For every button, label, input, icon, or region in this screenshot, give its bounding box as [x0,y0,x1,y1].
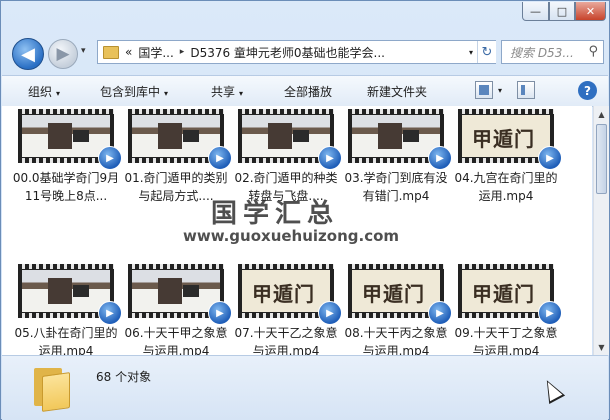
refresh-button[interactable]: ↻ [477,41,496,63]
file-name: 07.十天干乙之象意与运用.mp4 [234,326,338,355]
search-icon[interactable]: ⚲ [588,44,598,59]
file-name: 05.八卦在奇门里的运用.mp4 [14,326,118,355]
address-segment-guoxue[interactable]: 国学... [138,44,173,61]
organize-menu[interactable]: 组织 ▾ [28,83,60,100]
play-all-button[interactable]: 全部播放 [284,83,332,100]
scroll-thumb[interactable] [596,124,607,194]
media-player-icon: ▶ [538,146,562,170]
scroll-up-icon[interactable]: ▲ [594,106,609,122]
media-player-icon: ▶ [428,301,452,325]
change-view-icon[interactable] [475,81,493,99]
scroll-down-icon[interactable]: ▼ [594,339,609,355]
recent-pages-dropdown[interactable]: ▾ [81,46,86,56]
file-name: 06.十天干甲之象意与运用.mp4 [124,326,228,355]
view-options-dropdown[interactable]: ▾ [498,86,502,95]
back-button[interactable]: ◀ [12,38,44,70]
media-player-icon: ▶ [428,146,452,170]
media-player-icon: ▶ [538,301,562,325]
back-arrow-icon: ◀ [21,43,35,65]
file-name: 08.十天干丙之象意与运用.mp4 [344,326,448,355]
search-placeholder: 搜索 D53... [510,45,574,60]
item-count: 68 个对象 [96,370,152,384]
folder-icon [103,45,119,59]
media-player-icon: ▶ [318,146,342,170]
file-name: 00.0基础学奇门9月11号晚上8点... [12,171,120,203]
watermark-title: 国学汇总 [211,199,340,229]
file-name: 09.十天干丁之象意与运用.mp4 [454,326,558,355]
address-overflow[interactable]: « [125,45,132,59]
media-player-icon: ▶ [318,301,342,325]
details-pane: 68 个对象 [2,355,608,420]
folder-icon [30,366,70,412]
minimize-button[interactable]: — [522,2,549,21]
watermark-url: www.guoxuehuizong.com [183,227,400,245]
share-label: 共享 [211,85,236,99]
media-player-icon: ▶ [98,146,122,170]
new-folder-button[interactable]: 新建文件夹 [367,83,427,100]
media-player-icon: ▶ [208,301,232,325]
refresh-icon: ↻ [481,44,493,60]
file-name: 04.九宫在奇门里的运用.mp4 [454,171,558,203]
address-segment-current[interactable]: D5376 童坤元老师0基础也能学会... [190,44,385,61]
vertical-scrollbar[interactable]: ▲ ▼ [593,106,609,355]
maximize-button[interactable]: □ [549,2,575,21]
share-menu[interactable]: 共享 ▾ [211,83,243,100]
explorer-window: — □ ✕ ◀ ▶ ▾ « 国学... ▸ D5376 童坤元老师0基础也能学会… [0,0,610,420]
address-dropdown-icon[interactable]: ▾ [469,48,473,57]
chevron-down-icon: ▾ [164,89,169,98]
address-separator-icon[interactable]: ▸ [180,47,185,57]
media-player-icon: ▶ [98,301,122,325]
chevron-down-icon: ▾ [56,89,61,98]
media-player-icon: ▶ [208,146,232,170]
forward-button[interactable]: ▶ [48,39,78,69]
close-button[interactable]: ✕ [575,2,606,21]
file-name: 03.学奇门到底有没有错门.mp4 [344,171,448,203]
include-library-label: 包含到库中 [100,85,161,99]
organize-label: 组织 [28,85,53,99]
address-bar[interactable]: « 国学... ▸ D5376 童坤元老师0基础也能学会... ▾ [97,40,496,64]
chevron-down-icon: ▾ [239,89,244,98]
include-library-menu[interactable]: 包含到库中 ▾ [100,83,168,100]
search-input[interactable]: 搜索 D53... ⚲ [501,40,604,64]
help-icon[interactable]: ? [578,81,597,100]
preview-pane-icon[interactable] [517,81,535,99]
forward-arrow-icon: ▶ [56,44,70,64]
command-bar: 组织 ▾ 包含到库中 ▾ 共享 ▾ 全部播放 新建文件夹 ▾ ? [2,75,608,107]
